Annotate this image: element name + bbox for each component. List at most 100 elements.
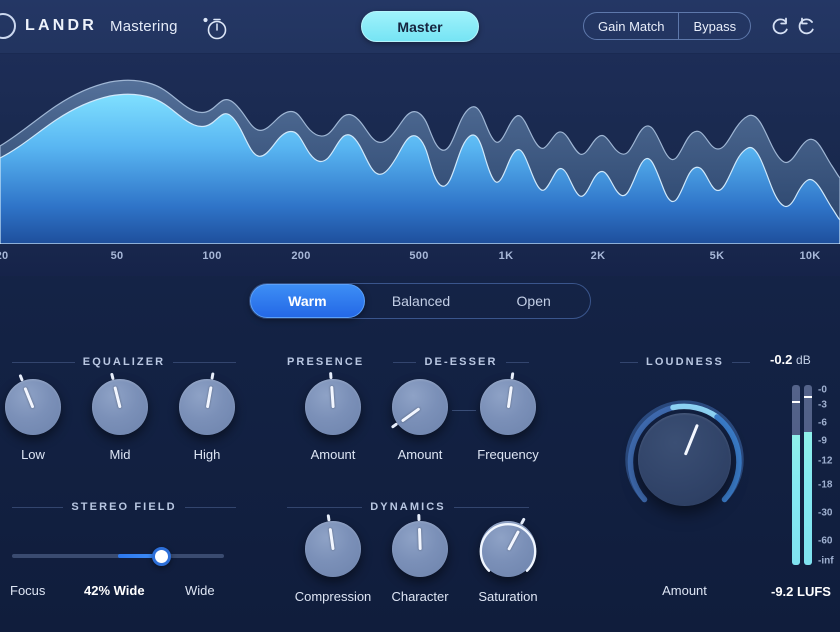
equalizer-section-header: EQUALIZER (12, 355, 236, 369)
meter-scale-label: -60 (818, 535, 833, 547)
deesser-knob-frequency-tick (510, 372, 515, 380)
eq-knob-high-tick (210, 372, 215, 380)
spectrum-analyzer (0, 54, 840, 244)
bypass-label: Bypass (693, 18, 737, 34)
meter-right-fill (804, 431, 812, 565)
freq-tick-10k: 10K (799, 250, 821, 262)
eq-knob-low: Low (5, 373, 61, 462)
dynamics-knob-saturation-label: Saturation (478, 589, 538, 604)
stereo-field-section-header: STEREO FIELD (12, 500, 237, 514)
stereo-value-label: 42% Wide (84, 583, 145, 598)
brand-name: LANDR (25, 17, 97, 34)
dynamics-knob-saturation: Saturation (478, 517, 538, 604)
dynamics-knob-character-pointer (417, 528, 422, 551)
landr-logo-icon (0, 13, 16, 39)
dynamics-knob-compression-tick (326, 514, 331, 522)
dynamics-knob-character-body[interactable] (392, 513, 448, 577)
style-tab-group: Warm Balanced Open (249, 283, 591, 319)
eq-knob-high: High (179, 372, 235, 462)
gain-match-button[interactable]: Gain Match (584, 13, 678, 39)
timer-icon[interactable] (200, 14, 230, 42)
freq-tick-100: 100 (202, 250, 222, 262)
plugin-window: LANDR Mastering Master Gain Match Bypass (0, 0, 840, 632)
style-tab-warm[interactable]: Warm (250, 284, 365, 318)
loudness-knob[interactable] (617, 392, 752, 527)
presence-title: PRESENCE (287, 356, 365, 368)
style-tab-label: Warm (288, 293, 327, 309)
meter-scale-label: -inf (818, 555, 834, 567)
gain-match-label: Gain Match (598, 18, 665, 34)
divider (12, 361, 75, 363)
loudness-title: LOUDNESS (646, 356, 724, 368)
freq-tick-1k: 1K (498, 250, 514, 262)
freq-tick-20: 20 (0, 250, 9, 262)
style-tab-label: Balanced (391, 293, 451, 309)
meter-scale-label: -18 (818, 479, 833, 491)
loudness-knob-pointer (683, 424, 699, 457)
dynamics-title: DYNAMICS (370, 501, 446, 513)
meter-scale-label: -30 (818, 507, 833, 519)
loudness-knob-body[interactable] (638, 413, 731, 506)
redo-icon[interactable] (796, 15, 818, 37)
freq-tick-200: 200 (291, 250, 311, 262)
stereo-min-label: Focus (10, 583, 46, 598)
dynamics-knob-saturation-tick (519, 517, 526, 525)
dynamics-knob-character-tick (417, 513, 421, 522)
loudness-knob-label: Amount (662, 583, 707, 598)
eq-knob-high-body[interactable] (179, 372, 235, 435)
meter-scale-label: -12 (818, 455, 833, 467)
dynamics-knob-compression: Compression (295, 514, 371, 604)
meter-right-peak (804, 395, 812, 398)
presence-knob-amount: Amount (305, 371, 361, 462)
eq-knob-low-body[interactable] (5, 373, 61, 435)
dynamics-knob-compression-body[interactable] (305, 514, 361, 577)
divider (393, 361, 417, 363)
deesser-knob-amount-tick (390, 422, 399, 429)
style-tab-label: Open (516, 293, 551, 309)
gain-unit: dB (796, 353, 811, 367)
deesser-knob-amount-pointer (401, 407, 421, 423)
divider (287, 506, 363, 508)
freq-tick-5k: 5K (709, 250, 725, 262)
deesser-knob-amount-body[interactable] (390, 379, 448, 435)
divider (184, 506, 237, 508)
deesser-knob-frequency-body[interactable] (480, 372, 536, 435)
eq-knob-low-tick (18, 373, 24, 382)
product-name: Mastering (110, 17, 178, 35)
deesser-knob-frequency-pointer (506, 386, 513, 409)
meter-scale-label: -0 (818, 384, 827, 396)
meter-scale-label: -3 (818, 399, 827, 411)
header-bar: LANDR Mastering Master Gain Match Bypass (0, 0, 840, 54)
dynamics-section-header: DYNAMICS (287, 500, 529, 514)
eq-knob-mid-tick (110, 372, 115, 381)
dynamics-knob-saturation-body[interactable] (479, 517, 537, 577)
stereo-field-title: STEREO FIELD (71, 501, 177, 513)
freq-tick-500: 500 (409, 250, 429, 262)
deesser-section-header: DE-ESSER (393, 355, 530, 369)
deesser-knob-frequency: Frequency (477, 372, 539, 462)
dynamics-knob-character: Character (391, 513, 449, 604)
meter-right (804, 385, 812, 565)
presence-knob-amount-body[interactable] (305, 371, 361, 435)
divider (453, 506, 529, 508)
undo-icon[interactable] (770, 15, 792, 37)
dynamics-knob-compression-pointer (328, 528, 335, 551)
loudness-section-header: LOUDNESS (620, 355, 751, 369)
slider-thumb[interactable] (152, 547, 171, 566)
meter-scale-label: -6 (818, 417, 827, 429)
bypass-button[interactable]: Bypass (678, 13, 750, 39)
eq-knob-mid-body[interactable] (92, 372, 148, 435)
eq-knob-mid-pointer (113, 386, 122, 409)
divider (505, 361, 530, 363)
presence-knob-amount-pointer (330, 386, 335, 409)
style-tab-balanced[interactable]: Balanced (365, 284, 478, 318)
style-tab-open[interactable]: Open (477, 284, 590, 318)
eq-knob-high-pointer (205, 386, 213, 409)
master-button-label: Master (397, 18, 443, 35)
frequency-axis: 20 50 100 200 500 1K 2K 5K 10K (0, 244, 840, 276)
master-button[interactable]: Master (361, 11, 479, 42)
stereo-field-slider[interactable] (12, 547, 224, 566)
meter-left (792, 385, 800, 565)
lufs-readout: -9.2 LUFS (771, 584, 831, 599)
header-toggle-group: Gain Match Bypass (583, 12, 752, 40)
